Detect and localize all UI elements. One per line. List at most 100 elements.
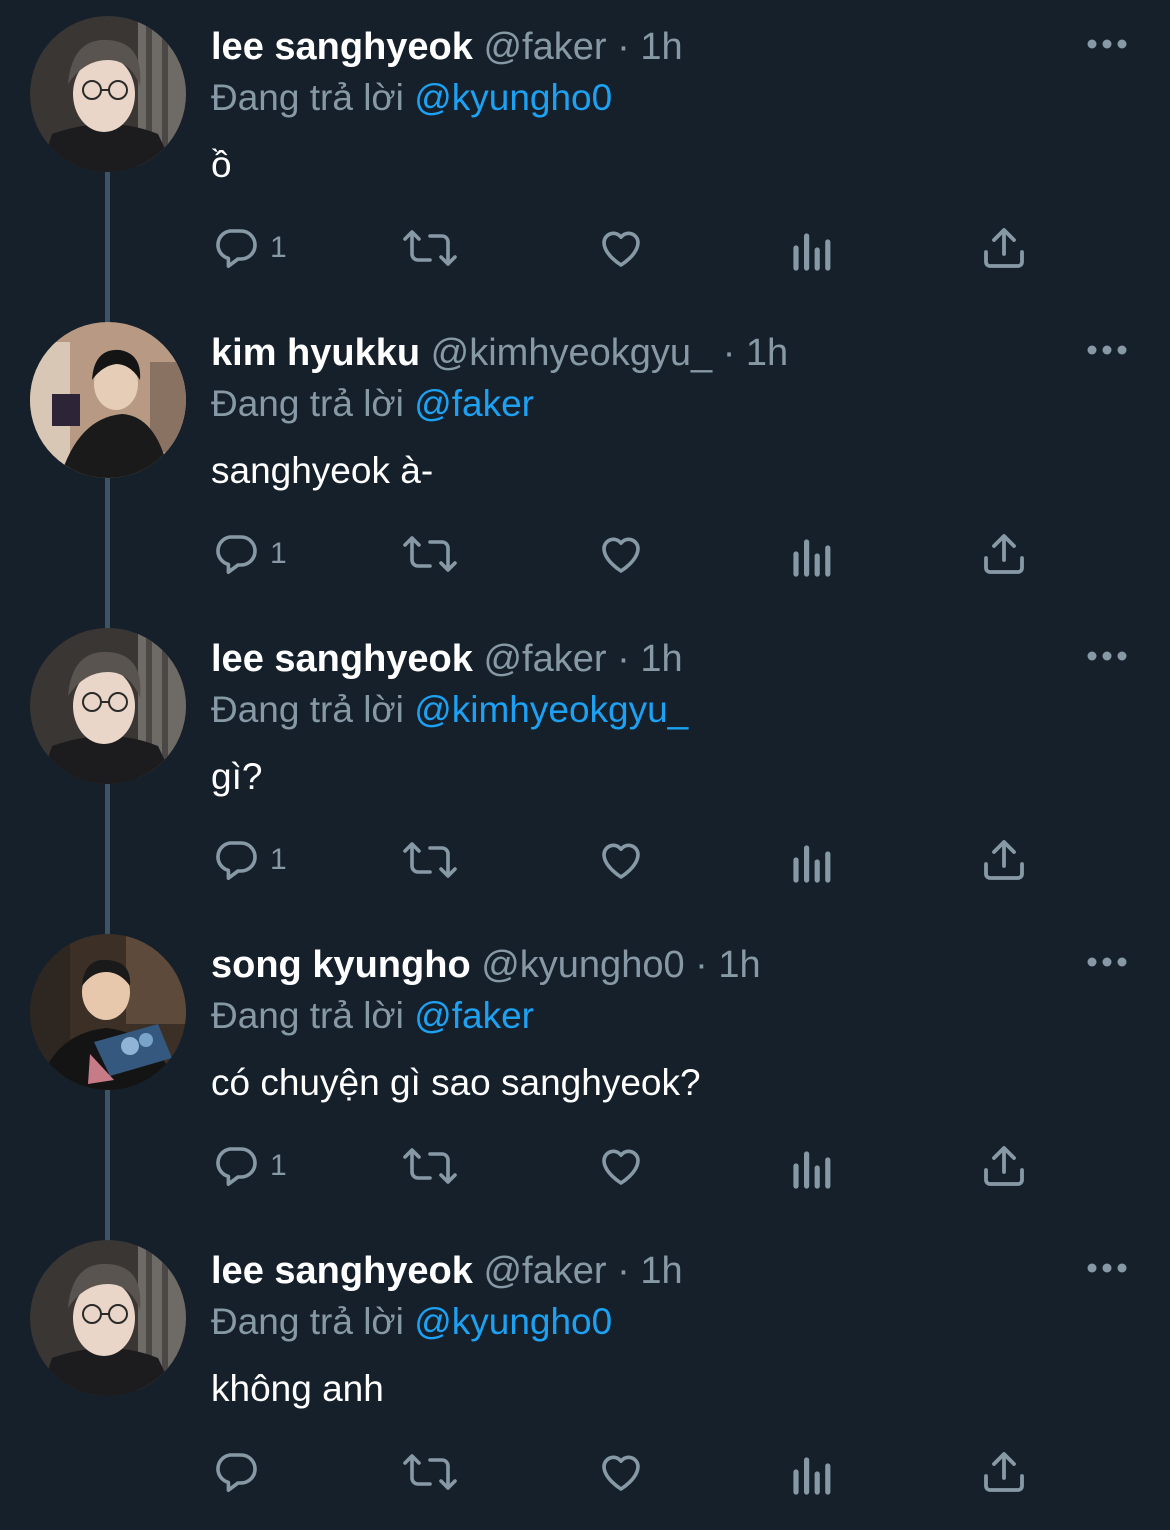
replying-to: Đang trả lời @faker <box>211 991 534 1041</box>
display-name[interactable]: lee sanghyeok <box>211 1250 473 1292</box>
separator-dot: · <box>722 332 736 374</box>
share-button[interactable] <box>982 511 1026 597</box>
handle[interactable]: @faker <box>483 1250 606 1292</box>
thread-connector-line <box>105 172 110 324</box>
tweet-text: sanghyeok à- <box>211 450 434 491</box>
retweet-icon <box>402 1142 458 1190</box>
display-name[interactable]: lee sanghyeok <box>211 638 473 680</box>
reply-button[interactable]: 1 <box>212 205 287 291</box>
display-name[interactable]: lee sanghyeok <box>211 26 473 68</box>
timestamp[interactable]: 1h <box>718 944 760 986</box>
tweet-header: song kyungho @kyungho0 · 1h <box>211 940 761 990</box>
timestamp[interactable]: 1h <box>640 1250 682 1292</box>
like-button[interactable] <box>597 1123 645 1209</box>
more-icon[interactable] <box>1086 1261 1128 1275</box>
reply-button[interactable]: 1 <box>212 817 287 903</box>
retweet-button[interactable] <box>402 1123 458 1209</box>
like-icon <box>597 836 645 884</box>
separator-dot: · <box>617 26 630 68</box>
avatar[interactable] <box>30 16 186 172</box>
tweet-text: có chuyện gì sao sanghyeok? <box>211 1062 701 1103</box>
reply-count: 1 <box>270 843 287 876</box>
tweet-header: lee sanghyeok @faker · 1h <box>211 22 683 72</box>
display-name[interactable]: kim hyukku <box>211 332 420 374</box>
like-button[interactable] <box>597 205 645 291</box>
replying-to: Đang trả lời @kyungho0 <box>211 1297 612 1347</box>
share-icon <box>982 1142 1026 1190</box>
handle[interactable]: @kimhyeokgyu_ <box>431 332 712 374</box>
handle[interactable]: @faker <box>483 26 606 68</box>
timestamp[interactable]: 1h <box>640 638 682 680</box>
thread-connector-line <box>105 784 110 936</box>
analytics-button[interactable] <box>792 1429 832 1515</box>
reply-icon <box>212 224 260 272</box>
tweet[interactable]: lee sanghyeok @faker · 1h Đang trả lời @… <box>0 0 1170 324</box>
separator-dot: · <box>617 1250 630 1292</box>
analytics-icon <box>792 1448 832 1496</box>
analytics-button[interactable] <box>792 817 832 903</box>
retweet-button[interactable] <box>402 205 458 291</box>
mention-link[interactable]: @kyungho0 <box>414 77 612 118</box>
retweet-button[interactable] <box>402 511 458 597</box>
tweet[interactable]: song kyungho @kyungho0 · 1h Đang trả lời… <box>0 918 1170 1242</box>
tweet-header: kim hyukku @kimhyeokgyu_ · 1h <box>211 328 788 378</box>
more-icon[interactable] <box>1086 955 1128 969</box>
share-button[interactable] <box>982 817 1026 903</box>
display-name[interactable]: song kyungho <box>211 944 471 986</box>
replying-to-label: Đang trả lời <box>211 77 404 118</box>
avatar[interactable] <box>30 1240 186 1396</box>
reply-button[interactable]: 1 <box>212 511 287 597</box>
replying-to-label: Đang trả lời <box>211 689 404 730</box>
analytics-button[interactable] <box>792 511 832 597</box>
tweet[interactable]: lee sanghyeok @faker · 1h Đang trả lời @… <box>0 612 1170 936</box>
thread: lee sanghyeok @faker · 1h Đang trả lời @… <box>0 0 1170 1517</box>
mention-link[interactable]: @faker <box>414 995 534 1036</box>
retweet-button[interactable] <box>402 817 458 903</box>
replying-to-label: Đang trả lời <box>211 383 404 424</box>
handle[interactable]: @kyungho0 <box>481 944 684 986</box>
thread-connector-line <box>105 478 110 630</box>
share-icon <box>982 836 1026 884</box>
like-button[interactable] <box>597 817 645 903</box>
avatar[interactable] <box>30 934 186 1090</box>
reply-count: 1 <box>270 231 287 264</box>
retweet-icon <box>402 530 458 578</box>
more-icon[interactable] <box>1086 649 1128 663</box>
reply-button[interactable]: 1 <box>212 1123 287 1209</box>
mention-link[interactable]: @kyungho0 <box>414 1301 612 1342</box>
replying-to: Đang trả lời @kimhyeokgyu_ <box>211 685 688 735</box>
tweet-text: gì? <box>211 756 263 797</box>
share-icon <box>982 224 1026 272</box>
tweet-text: ồ <box>211 144 232 185</box>
like-button[interactable] <box>597 511 645 597</box>
like-icon <box>597 1142 645 1190</box>
timestamp[interactable]: 1h <box>640 26 682 68</box>
share-button[interactable] <box>982 1123 1026 1209</box>
tweet-text: không anh <box>211 1368 384 1409</box>
tweet[interactable]: lee sanghyeok @faker · 1h Đang trả lời @… <box>0 1224 1170 1530</box>
more-icon[interactable] <box>1086 343 1128 357</box>
share-button[interactable] <box>982 1429 1026 1515</box>
analytics-button[interactable] <box>792 205 832 291</box>
handle[interactable]: @faker <box>483 638 606 680</box>
analytics-icon <box>792 530 832 578</box>
separator-dot: · <box>695 944 708 986</box>
analytics-button[interactable] <box>792 1123 832 1209</box>
share-button[interactable] <box>982 205 1026 291</box>
retweet-button[interactable] <box>402 1429 458 1515</box>
reply-icon <box>212 1142 260 1190</box>
avatar[interactable] <box>30 322 186 478</box>
mention-link[interactable]: @faker <box>414 383 534 424</box>
like-button[interactable] <box>597 1429 645 1515</box>
mention-link[interactable]: @kimhyeokgyu_ <box>414 689 688 730</box>
retweet-icon <box>402 836 458 884</box>
reply-icon <box>212 530 260 578</box>
separator-dot: · <box>617 638 630 680</box>
analytics-icon <box>792 224 832 272</box>
avatar[interactable] <box>30 628 186 784</box>
reply-button[interactable] <box>212 1429 260 1515</box>
share-icon <box>982 1448 1026 1496</box>
timestamp[interactable]: 1h <box>746 332 788 374</box>
more-icon[interactable] <box>1086 37 1128 51</box>
tweet[interactable]: kim hyukku @kimhyeokgyu_ · 1h Đang trả l… <box>0 306 1170 630</box>
